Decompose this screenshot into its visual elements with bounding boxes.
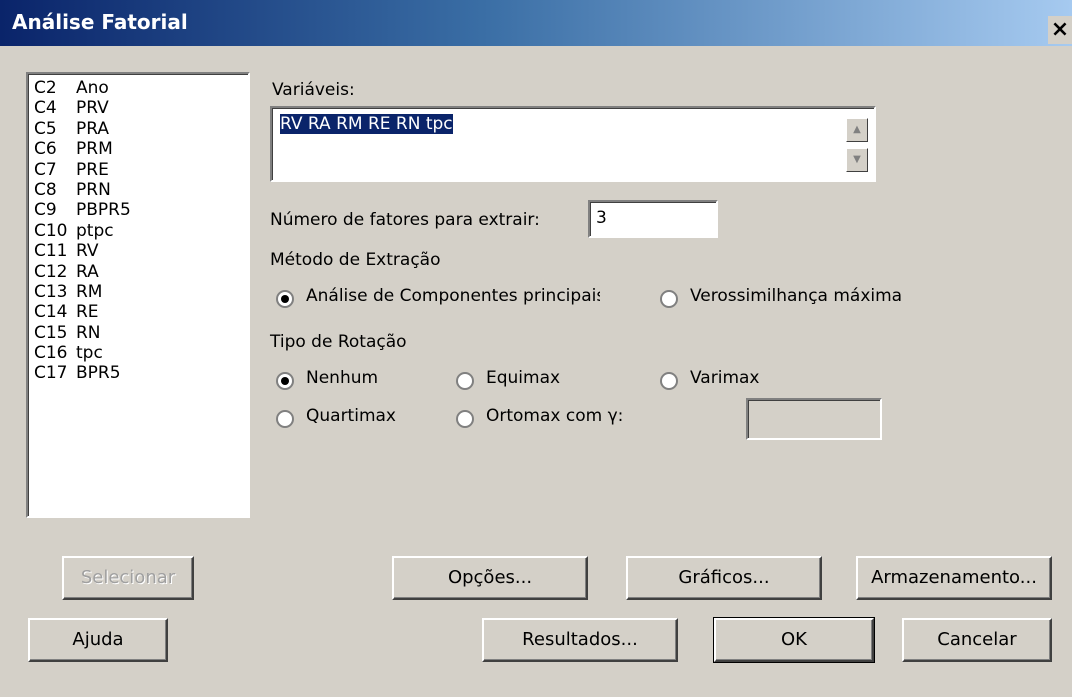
radio-equimax[interactable]: [456, 372, 474, 390]
list-item[interactable]: C12 RA: [34, 262, 248, 282]
column-name: PRA: [76, 118, 110, 139]
column-name: RE: [76, 302, 99, 323]
column-id: C15: [34, 322, 68, 343]
rotation-label: Tipo de Rotação: [270, 332, 407, 352]
column-name: PRE: [76, 159, 109, 180]
column-id: C9: [34, 200, 57, 221]
list-item[interactable]: C5 PRA: [34, 119, 248, 139]
column-name: RV: [76, 241, 99, 262]
variables-input[interactable]: RV RA RM RE RN tpc: [270, 106, 876, 182]
list-item[interactable]: C13 RM: [34, 282, 248, 302]
results-button[interactable]: Resultados...: [482, 618, 678, 662]
variables-value: RV RA RM RE RN tpc: [280, 114, 453, 134]
list-item[interactable]: C4 PRV: [34, 98, 248, 118]
list-item[interactable]: C17 BPR5: [34, 363, 248, 383]
graphs-button[interactable]: Gráficos...: [626, 556, 822, 600]
column-name: PBPR5: [76, 200, 131, 221]
list-item[interactable]: C9 PBPR5: [34, 200, 248, 220]
column-name: PRV: [76, 98, 109, 119]
column-id: C11: [34, 241, 68, 262]
list-item[interactable]: C6 PRM: [34, 139, 248, 159]
list-item[interactable]: C16 tpc: [34, 343, 248, 363]
column-id: C10: [34, 220, 68, 241]
radio-pca-label: Análise de Componentes principais: [306, 286, 606, 306]
radio-ml[interactable]: [660, 290, 678, 308]
window-title: Análise Fatorial: [12, 10, 188, 34]
radio-varimax[interactable]: [660, 372, 678, 390]
radio-ortomax-label: Ortomax com γ:: [486, 406, 624, 426]
column-name: RA: [76, 261, 99, 282]
cancel-button[interactable]: Cancelar: [902, 618, 1052, 662]
column-name: BPR5: [76, 363, 121, 384]
scroll-up-icon[interactable]: ▲: [846, 118, 868, 142]
gamma-input[interactable]: [746, 398, 882, 440]
column-id: C16: [34, 343, 68, 364]
column-id: C4: [34, 98, 57, 119]
column-name: PRM: [76, 139, 113, 160]
radio-pca[interactable]: [276, 290, 294, 308]
column-name: Ano: [76, 78, 109, 98]
radio-quartimax[interactable]: [276, 410, 294, 428]
list-item[interactable]: C14 RE: [34, 302, 248, 322]
close-icon[interactable]: ×: [1048, 16, 1072, 44]
column-id: C5: [34, 118, 57, 139]
column-id: C17: [34, 363, 68, 384]
factors-label: Número de fatores para extrair:: [270, 210, 540, 230]
column-name: RN: [76, 322, 101, 343]
column-name: tpc: [76, 343, 103, 364]
radio-nenhum[interactable]: [276, 372, 294, 390]
radio-nenhum-label: Nenhum: [306, 368, 379, 388]
options-button[interactable]: Opções...: [392, 556, 588, 600]
column-id: C12: [34, 261, 68, 282]
column-list[interactable]: C2 Ano C4 PRV C5 PRA C6 PRM C7 PRE C8 PRN C9 PBPR5 C10…: [26, 72, 250, 518]
radio-equimax-label: Equimax: [486, 368, 561, 388]
radio-ml-label: Verossimilhança máxima: [690, 286, 903, 306]
extraction-label: Método de Extração: [270, 250, 441, 270]
list-item[interactable]: C10 ptpc: [34, 221, 248, 241]
radio-ortomax[interactable]: [456, 410, 474, 428]
help-button[interactable]: Ajuda: [28, 618, 168, 662]
radio-quartimax-label: Quartimax: [306, 406, 396, 426]
column-name: ptpc: [76, 220, 114, 241]
list-item[interactable]: C11 RV: [34, 241, 248, 261]
column-id: C2: [34, 78, 57, 98]
ok-button[interactable]: OK: [713, 617, 875, 663]
column-name: RM: [76, 281, 103, 302]
title-bar: Análise Fatorial ×: [0, 0, 1072, 46]
list-item[interactable]: C7 PRE: [34, 160, 248, 180]
column-id: C6: [34, 139, 57, 160]
list-item[interactable]: C2 Ano: [34, 78, 248, 98]
column-id: C13: [34, 281, 68, 302]
column-id: C14: [34, 302, 68, 323]
variables-label: Variáveis:: [272, 80, 355, 100]
column-name: PRN: [76, 179, 111, 200]
factors-value: 3: [596, 208, 607, 228]
factors-input[interactable]: 3: [588, 200, 718, 238]
select-button[interactable]: Selecionar: [62, 556, 194, 600]
radio-varimax-label: Varimax: [690, 368, 760, 388]
storage-button[interactable]: Armazenamento...: [856, 556, 1052, 600]
list-item[interactable]: C8 PRN: [34, 180, 248, 200]
scroll-down-icon[interactable]: ▼: [846, 148, 868, 172]
column-id: C8: [34, 179, 57, 200]
column-id: C7: [34, 159, 57, 180]
list-item[interactable]: C15 RN: [34, 323, 248, 343]
